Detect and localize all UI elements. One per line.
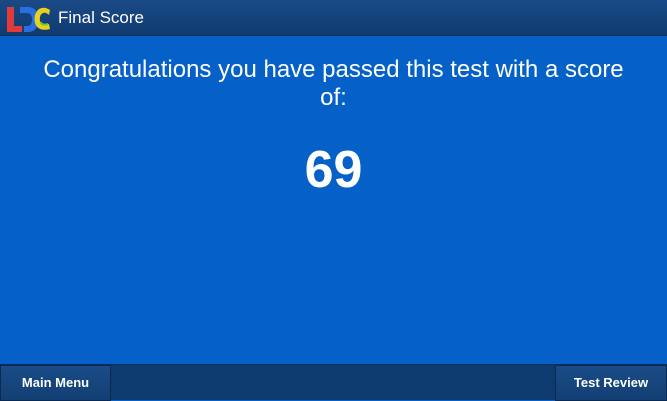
- app-logo-icon: [7, 7, 50, 32]
- result-panel: Congratulations you have passed this tes…: [0, 36, 667, 364]
- test-review-button[interactable]: Test Review: [555, 365, 667, 401]
- main-menu-button[interactable]: Main Menu: [0, 365, 111, 401]
- pass-message: Congratulations you have passed this tes…: [43, 56, 624, 111]
- final-score-value: 69: [304, 141, 363, 199]
- footer-bar: Main Menu Test Review: [0, 364, 667, 401]
- title-bar: Final Score: [0, 0, 667, 36]
- window-title: Final Score: [58, 8, 144, 27]
